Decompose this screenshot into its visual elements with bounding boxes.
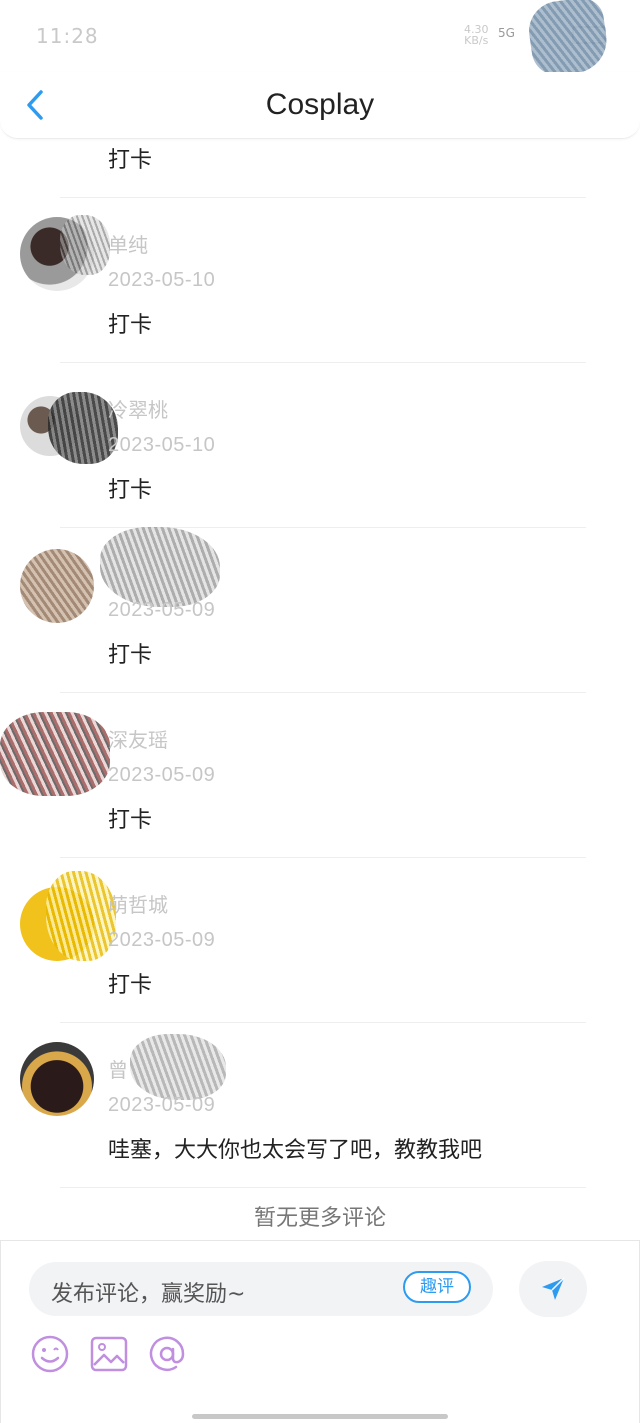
comment-author[interactable]: 曾 (108, 1054, 128, 1083)
comment-date: 2023-05-10 (108, 434, 216, 456)
avatar[interactable] (20, 1042, 94, 1116)
comment-divider (60, 1187, 586, 1188)
comment-author[interactable]: 单纯 (108, 229, 148, 258)
redaction-scribble (525, 0, 611, 79)
comment-input-placeholder: 发布评论，赢奖励~ (51, 1282, 246, 1307)
comment-text: 打卡 (108, 973, 153, 998)
comment-item[interactable]: 2023-05-09 打卡 (0, 527, 640, 692)
comment-text: 打卡 (108, 808, 153, 833)
comment-item[interactable]: 冷翠桃 2023-05-10 打卡 (0, 362, 640, 527)
image-icon[interactable] (88, 1333, 130, 1375)
comment-input[interactable]: 发布评论，赢奖励~ 趣评 (29, 1262, 493, 1316)
top-nav-bar: Cosplay (0, 72, 640, 139)
comment-date: 2023-05-09 (108, 764, 216, 786)
avatar[interactable] (0, 712, 110, 796)
avatar[interactable] (20, 549, 94, 623)
redaction-scribble (100, 527, 220, 607)
comment-text: 打卡 (108, 643, 153, 668)
fun-comment-button[interactable]: 趣评 (403, 1271, 471, 1303)
comment-divider (60, 692, 586, 693)
comment-text: 打卡 (108, 148, 153, 173)
status-bar: 11:28 4.30 KB/s 5G (0, 0, 640, 79)
home-indicator (192, 1414, 448, 1419)
comment-divider (60, 197, 586, 198)
comment-divider (60, 1022, 586, 1023)
comment-item[interactable]: 曾 2023-05-09 哇塞，大大你也太会写了吧，教教我吧 (0, 1022, 640, 1187)
comment-item[interactable]: 萌哲城 2023-05-09 打卡 (0, 857, 640, 1022)
comment-author[interactable]: 深友瑶 (108, 724, 168, 753)
comment-date: 2023-05-10 (108, 269, 216, 291)
comment-item[interactable]: 深友瑶 2023-05-09 打卡 (0, 692, 640, 857)
redaction-scribble (46, 871, 116, 961)
redaction-scribble (60, 215, 110, 275)
comment-text: 打卡 (108, 313, 153, 338)
emoji-icon[interactable] (29, 1333, 71, 1375)
comment-author[interactable]: 萌哲城 (108, 889, 168, 918)
network-speed-unit: KB/s (464, 34, 489, 47)
comment-item[interactable]: 单纯 2023-05-10 打卡 (0, 197, 640, 362)
network-speed: 4.30 KB/s (464, 24, 489, 46)
at-sign-icon[interactable] (146, 1333, 188, 1375)
comment-divider (60, 857, 586, 858)
comment-text: 打卡 (108, 478, 153, 503)
paper-plane-icon (542, 1277, 565, 1300)
comment-author[interactable]: 冷翠桃 (108, 394, 168, 423)
redaction-scribble (130, 1034, 226, 1100)
comment-date: 2023-05-09 (108, 599, 216, 621)
no-more-comments: 暂无更多评论 (253, 1206, 386, 1231)
signal-label: 5G (498, 26, 515, 40)
status-time: 11:28 (36, 24, 99, 48)
comment-divider (60, 362, 586, 363)
page-title: Cosplay (265, 88, 375, 121)
comment-text: 哇塞，大大你也太会写了吧，教教我吧 (108, 1138, 483, 1163)
comment-date: 2023-05-09 (108, 929, 216, 951)
comment-composer: 发布评论，赢奖励~ 趣评 (0, 1240, 640, 1423)
send-button[interactable] (519, 1261, 587, 1317)
comment-date: 2023-05-09 (108, 1094, 216, 1116)
